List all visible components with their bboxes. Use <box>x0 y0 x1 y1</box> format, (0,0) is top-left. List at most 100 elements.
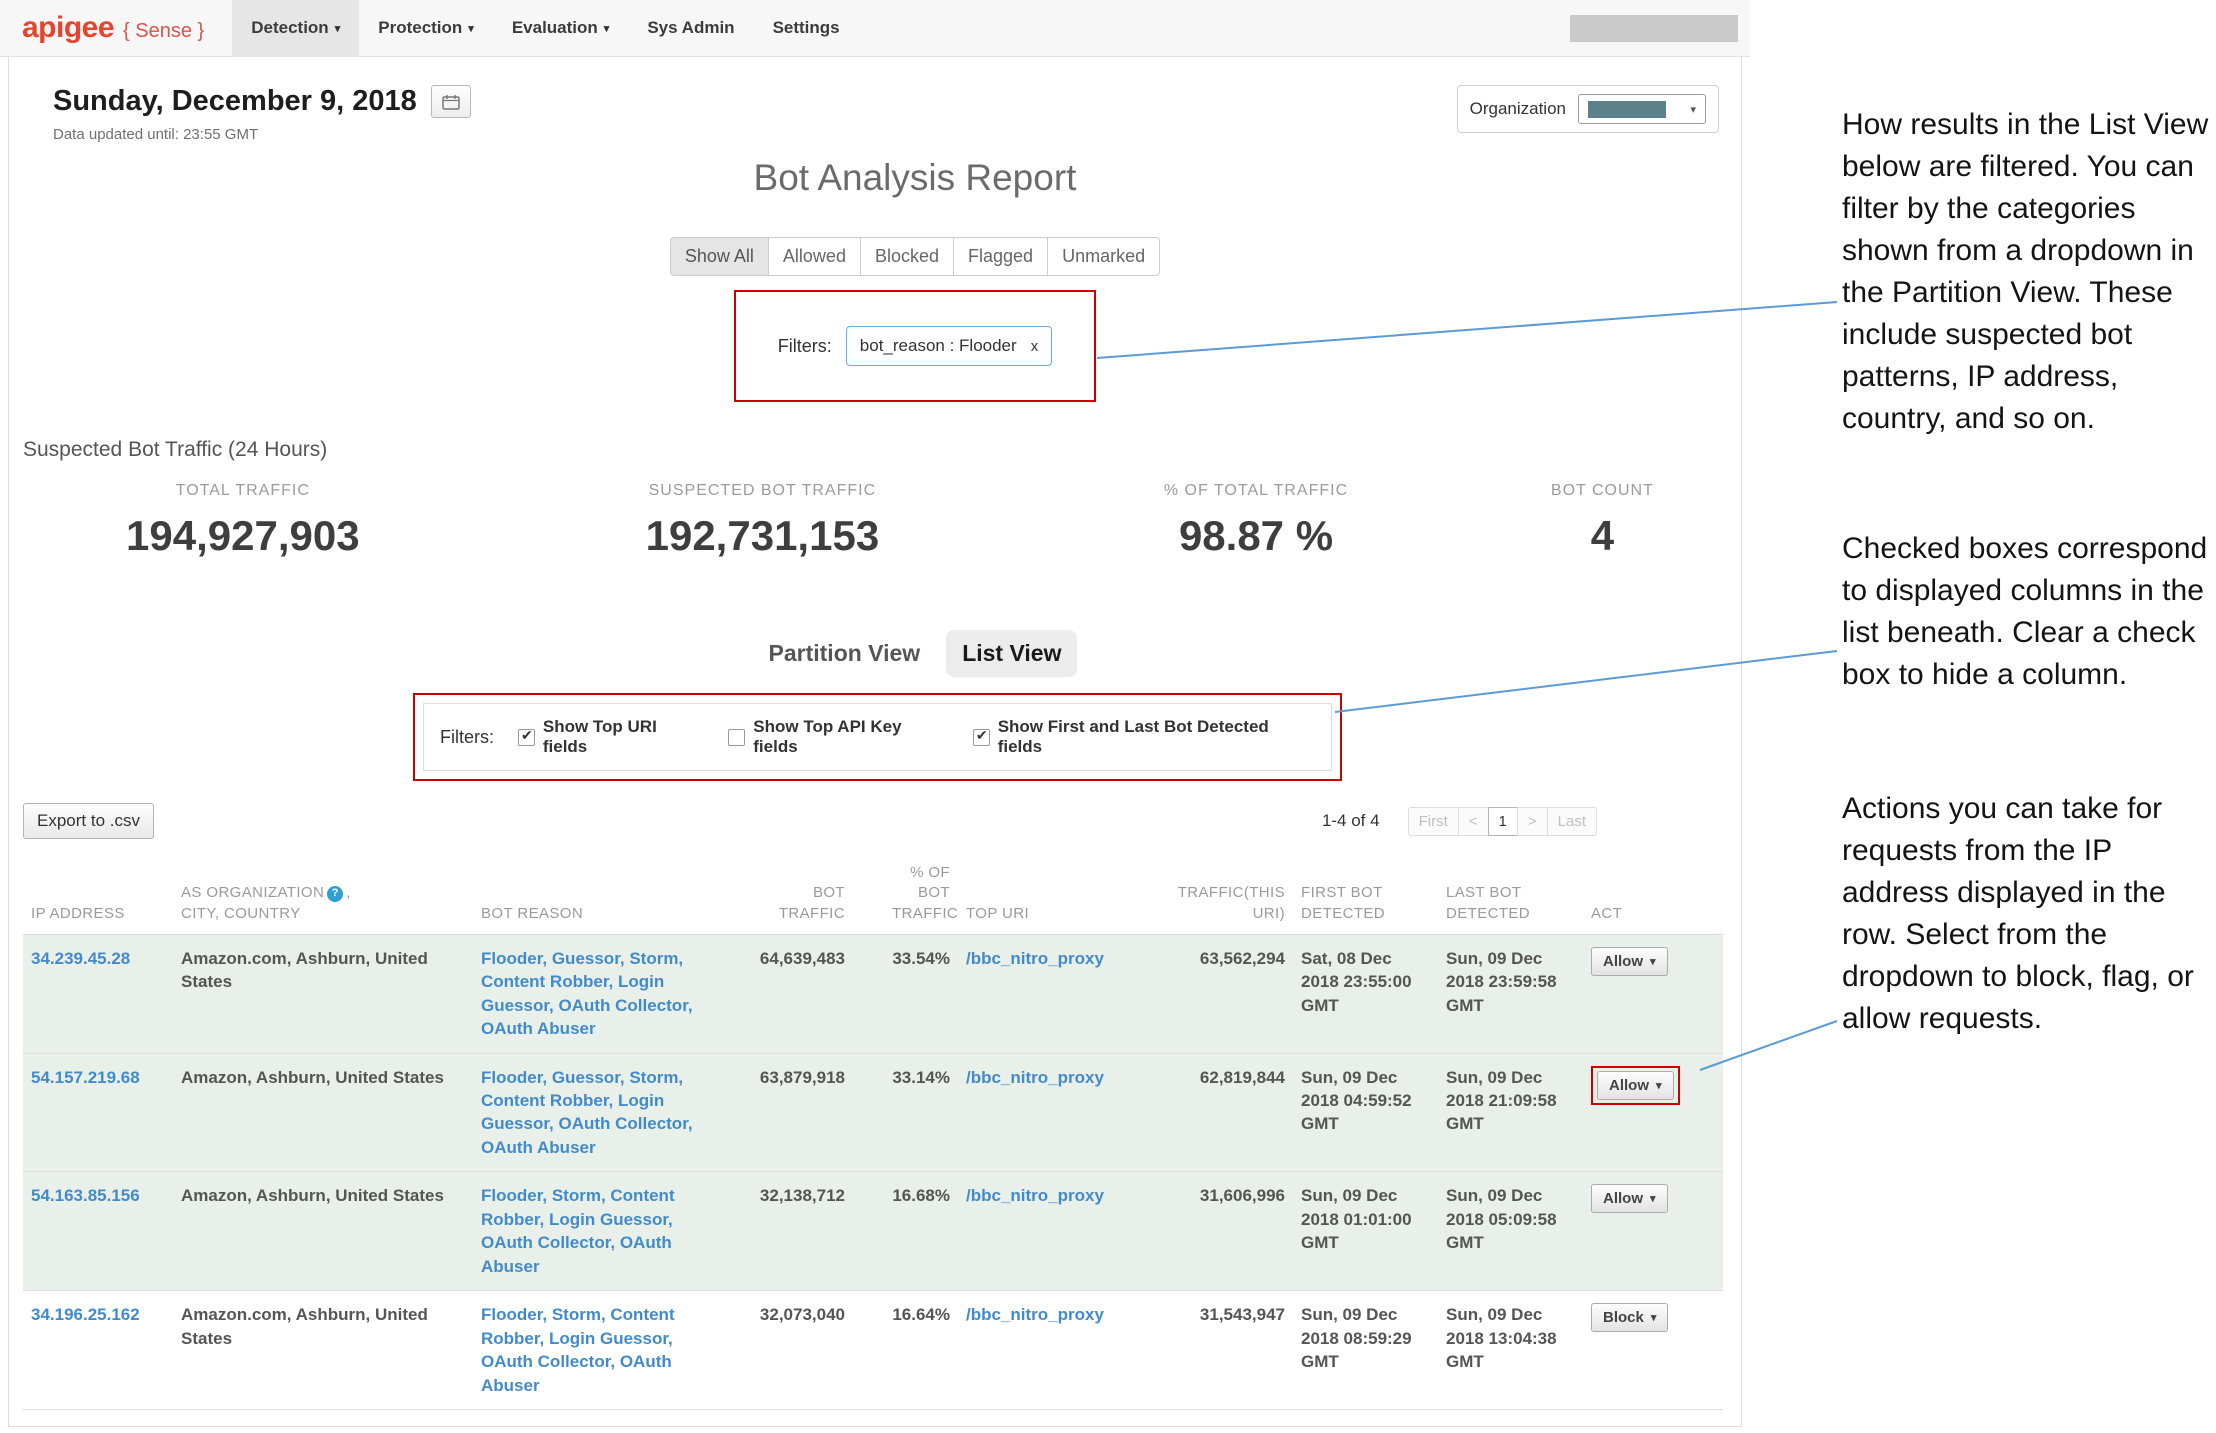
apigee-sense-app: apigee { Sense } Detection ▾ Protection … <box>0 0 1750 1427</box>
first-bot-detected-cell: Sun, 09 Dec 2018 08:59:29 GMT <box>1293 1291 1438 1410</box>
action-label: Block <box>1603 1309 1644 1326</box>
tab-show-all[interactable]: Show All <box>670 237 769 276</box>
ip-address-link[interactable]: 34.239.45.28 <box>31 949 130 968</box>
filter-option-first-last-bot-detected-fields[interactable]: Show First and Last Bot Detected fields <box>973 717 1315 757</box>
col-traffic-this-uri: TRAFFIC(THIS URI) <box>1133 853 1293 934</box>
bot-reason-links[interactable]: Flooder, Storm, Content Robber, Login Gu… <box>481 1305 675 1394</box>
view-switcher: Partition View List View <box>89 630 1741 677</box>
bot-traffic-cell: 32,138,712 <box>703 1172 853 1291</box>
top-uri-link[interactable]: /bbc_nitro_proxy <box>966 1186 1104 1205</box>
table-toolbar: Export to .csv 1-4 of 4 First < 1 > Last <box>23 803 1727 839</box>
caret-down-icon: ▾ <box>1690 103 1696 116</box>
pagination-page-1[interactable]: 1 <box>1488 807 1518 836</box>
nav-item-detection[interactable]: Detection ▾ <box>232 0 359 57</box>
action-dropdown[interactable]: Allow▾ <box>1597 1071 1674 1100</box>
top-uri-link[interactable]: /bbc_nitro_proxy <box>966 1305 1104 1324</box>
caret-down-icon: ▾ <box>1650 1192 1656 1205</box>
traffic-this-uri-cell: 31,606,996 <box>1133 1172 1293 1291</box>
caret-down-icon: ▾ <box>468 22 474 35</box>
col-top-uri: TOP URI <box>958 853 1133 934</box>
tab-partition-view[interactable]: Partition View <box>753 630 937 677</box>
nav-item-label: Protection <box>378 18 462 38</box>
pagination-first[interactable]: First <box>1408 807 1459 836</box>
first-bot-detected-cell: Sun, 09 Dec 2018 04:59:52 GMT <box>1293 1053 1438 1172</box>
col-bot-reason: BOT REASON <box>473 853 703 934</box>
col-act: ACT <box>1583 853 1723 934</box>
caret-down-icon: ▾ <box>1656 1079 1662 1092</box>
help-icon[interactable]: ? <box>327 886 343 902</box>
pct-bot-traffic-cell: 33.14% <box>853 1053 958 1172</box>
caret-down-icon: ▾ <box>1651 1311 1657 1324</box>
first-bot-detected-cell: Sun, 09 Dec 2018 01:01:00 GMT <box>1293 1172 1438 1291</box>
report-date: Sunday, December 9, 2018 <box>53 85 417 118</box>
last-bot-detected-cell: Sun, 09 Dec 2018 05:09:58 GMT <box>1438 1172 1583 1291</box>
pagination-last[interactable]: Last <box>1547 807 1597 836</box>
checkbox-label: Show First and Last Bot Detected fields <box>998 717 1315 757</box>
checkbox-label: Show Top API Key fields <box>753 717 949 757</box>
last-bot-detected-cell: Sun, 09 Dec 2018 13:04:38 GMT <box>1438 1291 1583 1410</box>
sense-product-name: { Sense } <box>123 20 204 43</box>
pct-bot-traffic-cell: 16.68% <box>853 1172 958 1291</box>
export-csv-button[interactable]: Export to .csv <box>23 803 154 839</box>
traffic-this-uri-cell: 31,543,947 <box>1133 1291 1293 1410</box>
nav-item-sys-admin[interactable]: Sys Admin <box>628 0 753 57</box>
filter-option-top-api-key-fields[interactable]: Show Top API Key fields <box>728 717 948 757</box>
filter-tag[interactable]: bot_reason : Flooder x <box>846 326 1052 366</box>
tab-blocked[interactable]: Blocked <box>860 237 954 276</box>
annotation-box-action-dropdown: Allow▾ <box>1591 1066 1680 1105</box>
annotation-note-report-filters: How results in the List View below are f… <box>1842 104 2216 440</box>
checkbox[interactable] <box>518 729 535 746</box>
metric-value: 192,731,153 <box>477 512 1049 560</box>
ip-address-link[interactable]: 54.157.219.68 <box>31 1068 140 1087</box>
nav-item-protection[interactable]: Protection ▾ <box>359 0 493 57</box>
pagination-next[interactable]: > <box>1517 807 1548 836</box>
as-organization-cell: Amazon.com, Ashburn, United States <box>173 1291 473 1410</box>
as-organization-cell: Amazon.com, Ashburn, United States <box>173 934 473 1053</box>
tab-list-view[interactable]: List View <box>946 630 1077 677</box>
tab-unmarked[interactable]: Unmarked <box>1047 237 1160 276</box>
tab-flagged[interactable]: Flagged <box>953 237 1048 276</box>
organization-dropdown[interactable]: ▾ <box>1578 94 1706 124</box>
action-dropdown[interactable]: Allow▾ <box>1591 947 1668 976</box>
page-header: Sunday, December 9, 2018 Data updated un… <box>9 57 1741 143</box>
report-panel: Sunday, December 9, 2018 Data updated un… <box>8 57 1742 1427</box>
metric-pct-total-traffic: % OF TOTAL TRAFFIC 98.87 % <box>1048 482 1464 560</box>
top-uri-link[interactable]: /bbc_nitro_proxy <box>966 1068 1104 1087</box>
apigee-logo: apigee <box>22 11 114 45</box>
nav-item-label: Settings <box>773 18 840 38</box>
bot-reason-links[interactable]: Flooder, Storm, Content Robber, Login Gu… <box>481 1186 675 1275</box>
date-picker-button[interactable] <box>431 85 471 118</box>
nav-item-label: Evaluation <box>512 18 598 38</box>
annotation-note-column-checkboxes: Checked boxes correspond to displayed co… <box>1842 528 2216 696</box>
traffic-metrics: TOTAL TRAFFIC 194,927,903 SUSPECTED BOT … <box>9 482 1741 560</box>
metric-suspected-bot-traffic: SUSPECTED BOT TRAFFIC 192,731,153 <box>477 482 1049 560</box>
redacted-organization-value <box>1588 101 1666 118</box>
tab-allowed[interactable]: Allowed <box>768 237 861 276</box>
ip-address-link[interactable]: 34.196.25.162 <box>31 1305 140 1324</box>
bot-traffic-cell: 64,639,483 <box>703 934 853 1053</box>
filter-option-top-uri-fields[interactable]: Show Top URI fields <box>518 717 704 757</box>
pagination-prev[interactable]: < <box>1458 807 1489 836</box>
calendar-icon <box>442 94 460 110</box>
nav-item-evaluation[interactable]: Evaluation ▾ <box>493 0 629 57</box>
date-block: Sunday, December 9, 2018 Data updated un… <box>53 85 471 143</box>
action-label: Allow <box>1603 1190 1643 1207</box>
checkbox[interactable] <box>973 729 990 746</box>
bot-reason-links[interactable]: Flooder, Guessor, Storm, Content Robber,… <box>481 949 693 1038</box>
action-dropdown[interactable]: Allow ▾ <box>1591 1184 1668 1213</box>
checkbox[interactable] <box>728 729 745 746</box>
metric-value: 4 <box>1464 512 1741 560</box>
brand[interactable]: apigee { Sense } <box>0 11 232 45</box>
caret-down-icon: ▾ <box>335 22 341 35</box>
action-dropdown[interactable]: Block ▾ <box>1591 1303 1668 1332</box>
col-first-bot-detected: FIRST BOT DETECTED <box>1293 853 1438 934</box>
top-uri-link[interactable]: /bbc_nitro_proxy <box>966 949 1104 968</box>
ip-address-link[interactable]: 54.163.85.156 <box>31 1186 140 1205</box>
metric-total-traffic: TOTAL TRAFFIC 194,927,903 <box>9 482 477 560</box>
checkbox-label: Show Top URI fields <box>543 717 705 757</box>
table-header-row: IP ADDRESS AS ORGANIZATION?,CITY, COUNTR… <box>23 853 1723 934</box>
nav-item-settings[interactable]: Settings <box>754 0 859 57</box>
col-as-organization: AS ORGANIZATION?,CITY, COUNTRY <box>173 853 473 934</box>
remove-filter-icon[interactable]: x <box>1031 338 1039 355</box>
bot-reason-links[interactable]: Flooder, Guessor, Storm, Content Robber,… <box>481 1068 693 1157</box>
